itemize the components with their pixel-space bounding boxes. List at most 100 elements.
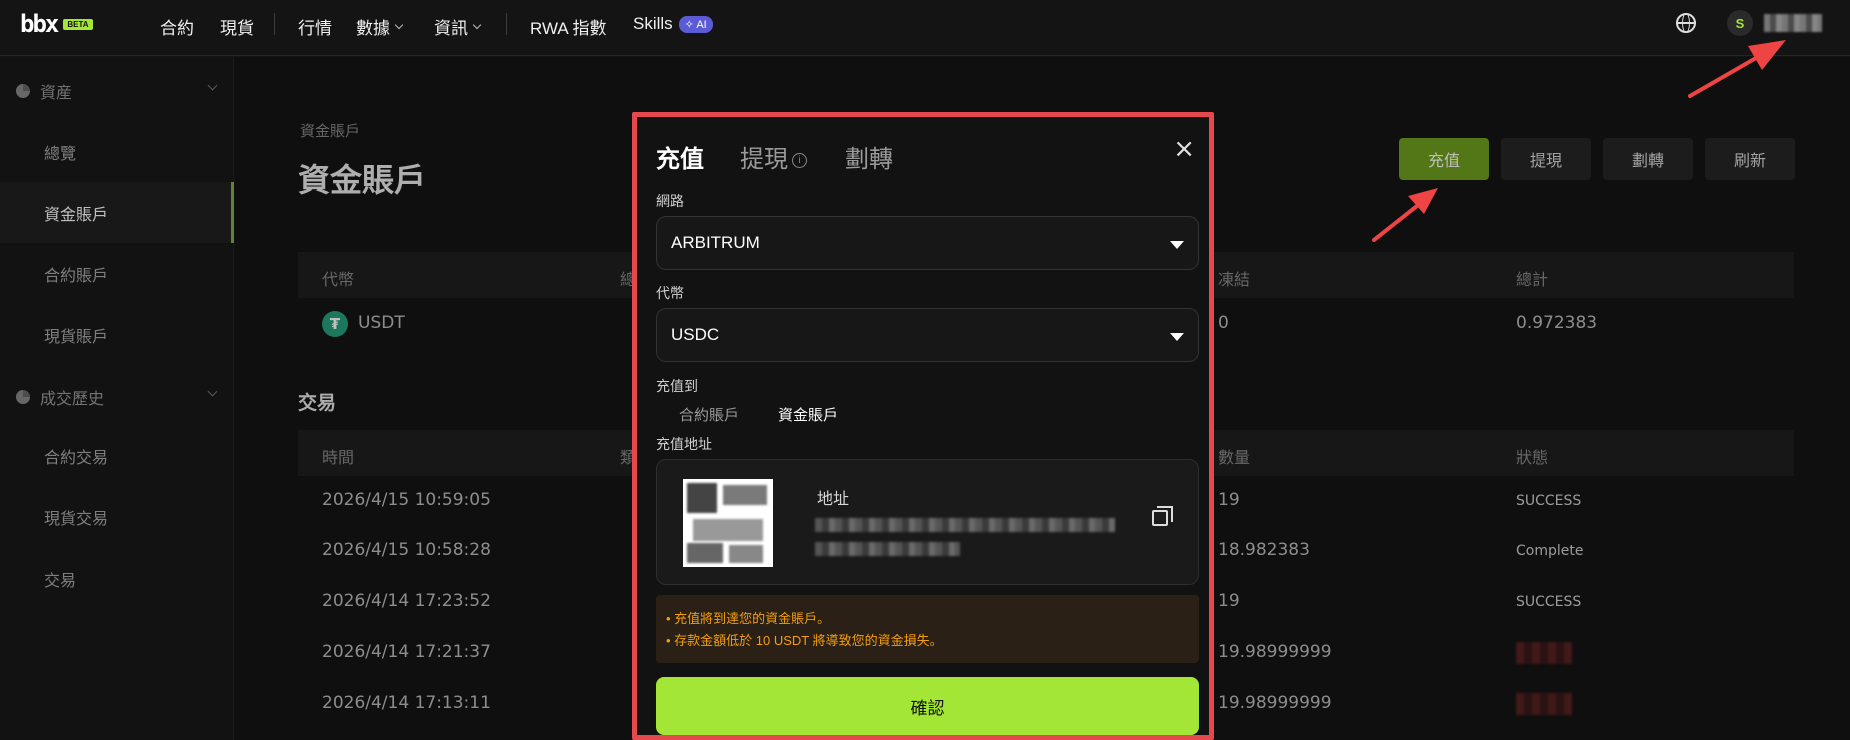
pie-chart-icon xyxy=(16,390,30,404)
sidebar-group-label: 資産 xyxy=(40,85,73,102)
sidebar-item-label: 合約交易 xyxy=(44,449,109,467)
logo-mark: bbx xyxy=(20,10,59,38)
warning-line: 存款金額低於 10 USDT 將導致您的資金損失。 xyxy=(666,630,1189,652)
sidebar-item-label: 現貨交易 xyxy=(44,510,109,528)
trade-time: 2026/4/14 17:23:52 xyxy=(322,591,491,611)
address-section-label: 充值地址 xyxy=(656,436,712,452)
nav-market[interactable]: 行情 xyxy=(298,14,332,39)
col-status: 狀態 xyxy=(1516,448,1549,467)
deposit-button[interactable]: 充值 xyxy=(1399,138,1489,180)
tab-deposit[interactable]: 充值 xyxy=(656,139,704,174)
breadcrumb: 資金賬戶 xyxy=(300,122,361,140)
deposit-to-label: 充值到 xyxy=(656,378,698,394)
confirm-button[interactable]: 確認 xyxy=(656,677,1199,735)
trade-amount: 19.98999999 xyxy=(1218,693,1332,713)
chevron-down-icon xyxy=(207,80,218,91)
address-redacted xyxy=(815,518,1115,532)
tab-withdraw-label: 提現 xyxy=(740,146,788,173)
nav-divider xyxy=(506,13,507,35)
token-value: USDC xyxy=(671,325,720,344)
col-frozen: 凍結 xyxy=(1218,270,1251,289)
qr-code xyxy=(683,479,773,567)
trade-amount: 18.982383 xyxy=(1218,540,1310,560)
sidebar-item-label: 總覽 xyxy=(44,145,77,163)
sidebar-group-history[interactable]: 成交歷史 xyxy=(16,385,218,409)
balance-total: 0.972383 xyxy=(1516,313,1598,333)
sidebar-item-label: 合約賬戶 xyxy=(44,267,109,285)
withdraw-button[interactable]: 提現 xyxy=(1501,138,1591,180)
logo[interactable]: bbx BETA xyxy=(20,10,93,38)
status-redacted xyxy=(1516,642,1572,664)
sidebar-group-label: 成交歷史 xyxy=(40,391,105,408)
nav-spot[interactable]: 現貨 xyxy=(220,14,254,39)
col-total: 總計 xyxy=(1516,270,1549,289)
sidebar-item-spot-trades[interactable]: 現貨交易 xyxy=(0,486,234,547)
tab-withdraw[interactable]: 提現 i xyxy=(740,139,807,174)
trade-amount: 19 xyxy=(1218,591,1240,611)
caret-down-icon xyxy=(1170,333,1184,341)
address-box: 地址 xyxy=(656,459,1199,585)
sidebar-item-label: 交易 xyxy=(44,572,77,590)
avatar[interactable]: S xyxy=(1727,10,1753,36)
trade-time: 2026/4/15 10:59:05 xyxy=(322,490,491,510)
refresh-button[interactable]: 刷新 xyxy=(1705,138,1795,180)
nav-data-label: 數據 xyxy=(356,19,390,38)
chevron-down-icon xyxy=(472,20,482,29)
address-redacted xyxy=(815,542,960,556)
sidebar-group-assets[interactable]: 資産 xyxy=(16,79,218,103)
trade-time: 2026/4/14 17:13:11 xyxy=(322,693,491,713)
sidebar-item-futures-account[interactable]: 合約賬戶 xyxy=(0,243,234,304)
deposit-to-futures-option[interactable]: 合約賬戶 xyxy=(679,404,739,425)
sidebar-item-spot-account[interactable]: 現貨賬戶 xyxy=(0,304,234,365)
nav-data[interactable]: 數據 xyxy=(356,14,404,39)
nav-skills[interactable]: Skills ✧ AI xyxy=(633,14,713,34)
sidebar-item-label: 現貨賬戶 xyxy=(44,328,109,346)
network-label: 網路 xyxy=(656,193,684,209)
trade-amount: 19 xyxy=(1218,490,1240,510)
warning-box: 充值將到達您的資金賬戶。 存款金額低於 10 USDT 將導致您的資金損失。 xyxy=(656,595,1199,663)
info-icon[interactable]: i xyxy=(792,153,807,169)
trade-amount: 19.98999999 xyxy=(1218,642,1332,662)
warning-line: 充值將到達您的資金賬戶。 xyxy=(666,608,1189,630)
beta-badge: BETA xyxy=(63,18,93,30)
deposit-modal: 充值 提現 i 劃轉 × 網路 ARBITRUM 代幣 USDC 充值到 合約賬戶… xyxy=(632,112,1214,740)
username-redacted[interactable] xyxy=(1764,14,1822,32)
copy-icon[interactable] xyxy=(1152,506,1173,526)
sidebar-item-funding-account[interactable]: 資金賬戶 xyxy=(0,182,234,243)
ai-badge: ✧ AI xyxy=(678,15,713,33)
section-title-trades: 交易 xyxy=(298,392,337,414)
top-nav: bbx BETA 合約 現貨 行情 數據 資訊 RWA 指數 Skills ✧ A… xyxy=(0,0,1850,56)
nav-rwa-index[interactable]: RWA 指數 xyxy=(530,14,607,39)
token-select[interactable]: USDC xyxy=(656,308,1199,362)
globe-icon[interactable] xyxy=(1676,13,1696,33)
chevron-down-icon xyxy=(394,20,404,29)
nav-futures[interactable]: 合約 xyxy=(160,14,194,39)
nav-news-label: 資訊 xyxy=(434,19,468,38)
sidebar-item-overview[interactable]: 總覽 xyxy=(0,121,234,182)
transfer-button[interactable]: 劃轉 xyxy=(1603,138,1693,180)
usdt-icon: ₮ xyxy=(322,311,348,337)
ai-badge-label: AI xyxy=(696,18,707,31)
col-time: 時間 xyxy=(322,448,355,467)
trade-status: SUCCESS xyxy=(1516,493,1582,509)
network-select[interactable]: ARBITRUM xyxy=(656,216,1199,270)
balance-frozen: 0 xyxy=(1218,313,1229,333)
token-label: 代幣 xyxy=(656,285,684,301)
pie-chart-icon xyxy=(16,84,30,98)
nav-news[interactable]: 資訊 xyxy=(434,14,482,39)
sidebar-item-label: 資金賬戶 xyxy=(44,206,109,224)
address-label: 地址 xyxy=(817,489,850,508)
nav-rwa-label: RWA 指數 xyxy=(530,19,607,38)
close-button[interactable]: × xyxy=(1173,134,1195,164)
page-title: 資金賬戶 xyxy=(298,161,427,199)
deposit-to-funding-option[interactable]: 資金賬戶 xyxy=(778,404,838,425)
sidebar-item-futures-trades[interactable]: 合約交易 xyxy=(0,425,234,486)
chevron-down-icon xyxy=(207,386,218,397)
balance-token: USDT xyxy=(358,313,405,333)
annotation-arrow-deposit xyxy=(1372,188,1438,242)
tab-transfer[interactable]: 劃轉 xyxy=(845,139,893,174)
sidebar-item-trades[interactable]: 交易 xyxy=(0,548,234,609)
nav-divider xyxy=(274,13,275,35)
nav-market-label: 行情 xyxy=(298,19,332,38)
network-value: ARBITRUM xyxy=(671,233,760,252)
